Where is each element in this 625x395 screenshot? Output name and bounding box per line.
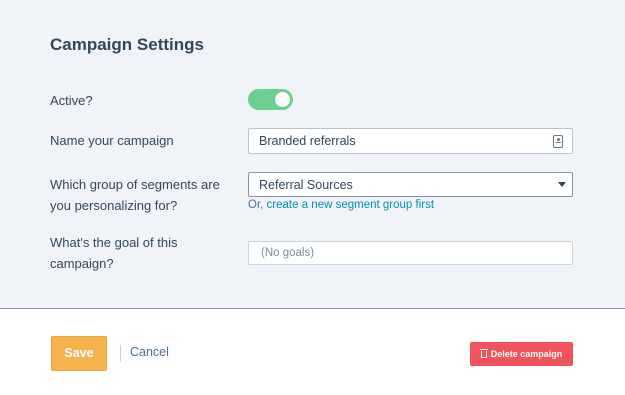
- goal-placeholder: (No goals): [261, 247, 315, 259]
- active-label: Active?: [50, 93, 93, 108]
- segments-label: Which group of segments are you personal…: [50, 174, 220, 216]
- delete-campaign-label: Delete campaign: [490, 349, 563, 359]
- delete-campaign-button[interactable]: Delete campaign: [470, 342, 573, 366]
- trash-icon: [479, 349, 488, 358]
- segment-group-select[interactable]: Referral Sources: [248, 172, 573, 197]
- campaign-goal-select[interactable]: (No goals): [248, 241, 573, 265]
- footer-divider: [120, 345, 121, 362]
- campaign-name-field[interactable]: [248, 128, 573, 154]
- campaign-name-input[interactable]: [259, 134, 539, 148]
- goal-label-line1: What's the goal of this: [50, 235, 178, 250]
- helper-prefix: Or,: [248, 199, 264, 211]
- name-label: Name your campaign: [50, 133, 174, 148]
- goal-label-line2: campaign?: [50, 256, 114, 271]
- segment-helper-text: Or, create a new segment group first: [248, 199, 434, 211]
- contact-card-icon[interactable]: [553, 135, 563, 148]
- page-title: Campaign Settings: [50, 35, 204, 54]
- cancel-button[interactable]: Cancel: [130, 345, 169, 359]
- goal-label: What's the goal of this campaign?: [50, 232, 178, 274]
- dropdown-caret-icon: [558, 182, 566, 187]
- save-button[interactable]: Save: [51, 336, 107, 371]
- segments-label-line2: you personalizing for?: [50, 198, 178, 213]
- segment-group-value: Referral Sources: [259, 178, 353, 192]
- active-toggle[interactable]: [248, 89, 293, 110]
- segments-label-line1: Which group of segments are: [50, 177, 220, 192]
- toggle-knob: [275, 92, 290, 107]
- create-segment-group-link[interactable]: create a new segment group first: [267, 199, 434, 211]
- settings-panel: Campaign Settings Active? Name your camp…: [0, 0, 625, 309]
